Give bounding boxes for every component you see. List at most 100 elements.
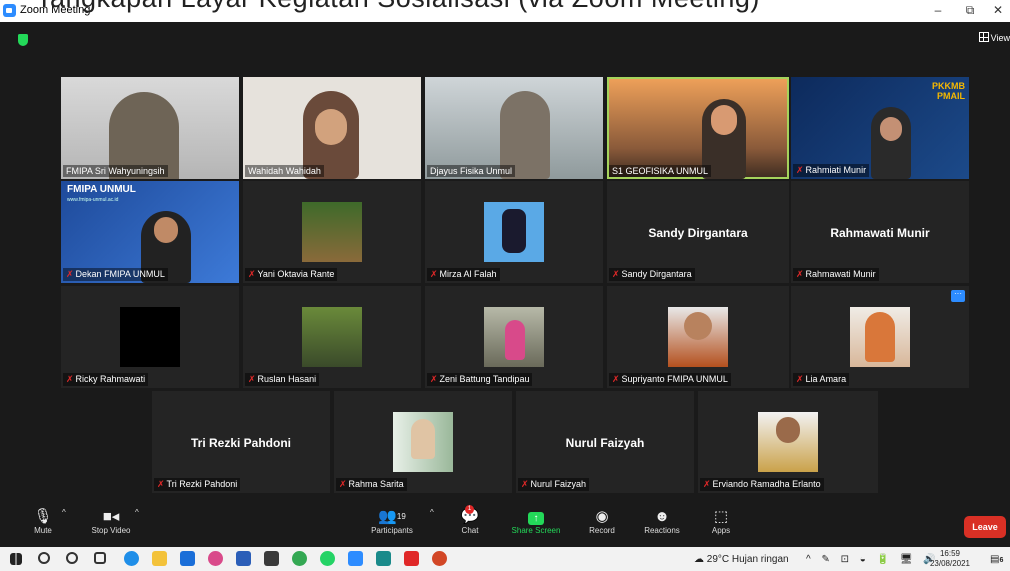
muted-mic-icon: ✗ — [796, 374, 804, 384]
windows-taskbar: ☁ 29°C Hujan ringan ^ ✎ ⊡ ◒ 🔋 🖥 🔊 16:59 … — [0, 547, 1010, 571]
apps-icon: ⬚ — [713, 508, 729, 525]
video-tile[interactable]: Rahmawati Munir ✗ Rahmawati Munir — [791, 181, 969, 283]
restore-button[interactable]: ⧉ — [960, 3, 980, 18]
muted-mic-icon: ✗ — [612, 374, 620, 384]
video-tile[interactable]: Sandy Dirgantara ✗ Sandy Dirgantara — [607, 181, 789, 283]
chat-label: Chat — [461, 526, 479, 535]
zoom-logo-icon — [3, 4, 16, 17]
security-shield-icon[interactable] — [18, 34, 28, 46]
share-screen-button[interactable]: ↑ Share Screen — [507, 508, 565, 535]
whatsapp-icon[interactable] — [320, 551, 335, 566]
video-tile[interactable]: ✗ Yani Oktavia Rante — [243, 181, 421, 283]
reactions-icon: ☻ — [654, 508, 670, 525]
video-options-caret-icon[interactable]: ^ — [135, 508, 139, 517]
reactions-button[interactable]: ☻ Reactions — [640, 508, 684, 535]
taskbar-clock[interactable]: 16:59 23/08/2021 — [930, 549, 970, 569]
file-explorer-icon[interactable] — [152, 551, 167, 566]
participant-face — [711, 105, 737, 135]
participant-face — [684, 312, 712, 340]
mail-icon[interactable] — [180, 551, 195, 566]
more-options-icon[interactable]: ··· — [951, 290, 965, 302]
search-icon[interactable] — [38, 552, 50, 564]
sticky-notes-icon[interactable] — [264, 551, 279, 566]
video-tile[interactable]: ✗ Rahma Sarita — [334, 391, 512, 493]
video-tile[interactable]: Nurul Faizyah ✗ Nurul Faizyah — [516, 391, 694, 493]
participant-name-label: ✗ Lia Amara — [793, 373, 850, 386]
participant-name-label: S1 GEOFISIKA UNMUL — [609, 165, 712, 177]
snip-sketch-icon[interactable] — [208, 551, 223, 566]
system-tray-icons[interactable]: ^ ✎ ⊡ ◒ 🔋 🖥 🔊 — [806, 554, 940, 565]
person-figure — [865, 312, 895, 362]
video-tile[interactable]: ✗ Ricky Rahmawati — [61, 286, 239, 388]
share-screen-label: Share Screen — [511, 526, 561, 535]
muted-mic-icon: ✗ — [796, 165, 804, 175]
stop-video-button[interactable]: ■◂ Stop Video — [86, 508, 136, 535]
grid-icon — [978, 32, 989, 42]
video-tile[interactable]: Djayus Fisika Unmul — [425, 77, 603, 179]
word-icon[interactable] — [236, 551, 251, 566]
acrobat-icon[interactable] — [404, 551, 419, 566]
participant-face — [880, 117, 902, 141]
apps-button[interactable]: ⬚ Apps — [706, 508, 736, 535]
task-view-icon[interactable] — [94, 552, 106, 564]
minimize-button[interactable]: – — [928, 3, 948, 17]
muted-mic-icon: ✗ — [430, 374, 438, 384]
clock-time: 16:59 — [939, 549, 960, 558]
weather-icon: ☁ — [694, 554, 707, 565]
participant-display-name: Nurul Faizyah — [565, 436, 645, 450]
video-tile-active-speaker[interactable]: S1 GEOFISIKA UNMUL — [607, 77, 789, 179]
video-tile[interactable]: ··· ✗ Lia Amara — [791, 286, 969, 388]
participant-name-label: Djayus Fisika Unmul — [427, 165, 516, 177]
meeting-toolbar: 🎙 Mute ^ ■◂ Stop Video ^ 👥19 Participant… — [0, 502, 1010, 546]
participant-face — [315, 109, 347, 145]
leave-button[interactable]: Leave — [964, 516, 1006, 538]
mute-label: Mute — [34, 526, 52, 535]
slide-url: www.fmipa-unmul.ac.id — [67, 197, 119, 203]
edge-icon[interactable] — [124, 551, 139, 566]
muted-mic-icon: ✗ — [157, 479, 165, 489]
video-tile[interactable]: Wahidah Wahidah — [243, 77, 421, 179]
video-tile[interactable]: FMIPA UNMUL www.fmipa-unmul.ac.id ✗ Dekan… — [61, 181, 239, 283]
participants-icon: 👥 — [378, 508, 397, 525]
view-button[interactable]: View — [978, 32, 1010, 43]
app-icon[interactable] — [376, 551, 391, 566]
video-tile[interactable]: FMIPA Sri Wahyuningsih — [61, 77, 239, 179]
zoom-taskbar-icon[interactable] — [348, 551, 363, 566]
participant-name-label: ✗ Nurul Faizyah — [518, 478, 590, 491]
participant-name-label: Wahidah Wahidah — [245, 165, 324, 177]
video-camera-icon: ■◂ — [102, 508, 120, 525]
chat-button[interactable]: 💬 1 Chat — [455, 505, 485, 535]
participant-face — [776, 417, 800, 443]
weather-widget[interactable]: ☁ 29°C Hujan ringan — [694, 554, 789, 565]
participants-button[interactable]: 👥19 Participants — [364, 508, 420, 535]
person-figure — [411, 419, 435, 459]
window-titlebar: Zoom Meeting Tangkapan Layar Kegiatan So… — [0, 0, 1010, 22]
video-tile[interactable]: Tri Rezki Pahdoni ✗ Tri Rezki Pahdoni — [152, 391, 330, 493]
muted-mic-icon: ✗ — [612, 269, 620, 279]
participant-name-label: ✗ Rahmiati Munir — [793, 164, 870, 177]
muted-mic-icon: ✗ — [339, 479, 347, 489]
powerpoint-icon[interactable] — [432, 551, 447, 566]
participants-options-caret-icon[interactable]: ^ — [430, 508, 434, 517]
close-button[interactable]: ✕ — [988, 3, 1008, 17]
video-tile[interactable]: ✗ Supriyanto FMIPA UNMUL — [607, 286, 789, 388]
video-tile[interactable]: PKKMB PMAIL ✗ Rahmiati Munir — [791, 77, 969, 179]
slide-title: FMIPA UNMUL — [67, 184, 136, 195]
video-tile[interactable]: ✗ Mirza Al Falah — [425, 181, 603, 283]
participant-name-label: ✗ Mirza Al Falah — [427, 268, 500, 281]
audio-options-caret-icon[interactable]: ^ — [62, 508, 66, 517]
video-tile[interactable]: ✗ Zeni Battung Tandipau — [425, 286, 603, 388]
participant-name-label: ✗ Ruslan Hasani — [245, 373, 320, 386]
slide-title: PKKMB PMAIL — [932, 81, 965, 101]
notification-center-button[interactable]: ▤6 — [990, 554, 1003, 565]
mute-button[interactable]: 🎙 Mute — [28, 508, 58, 535]
video-tile[interactable]: ✗ Erviando Ramadha Erlanto — [698, 391, 878, 493]
video-tile[interactable]: ✗ Ruslan Hasani — [243, 286, 421, 388]
reactions-label: Reactions — [644, 526, 680, 535]
record-button[interactable]: ◉ Record — [585, 508, 619, 535]
record-icon: ◉ — [595, 508, 609, 525]
muted-mic-icon: ✗ — [796, 269, 804, 279]
chrome-icon[interactable] — [292, 551, 307, 566]
windows-start-icon[interactable] — [10, 553, 22, 565]
cortana-icon[interactable] — [66, 552, 78, 564]
